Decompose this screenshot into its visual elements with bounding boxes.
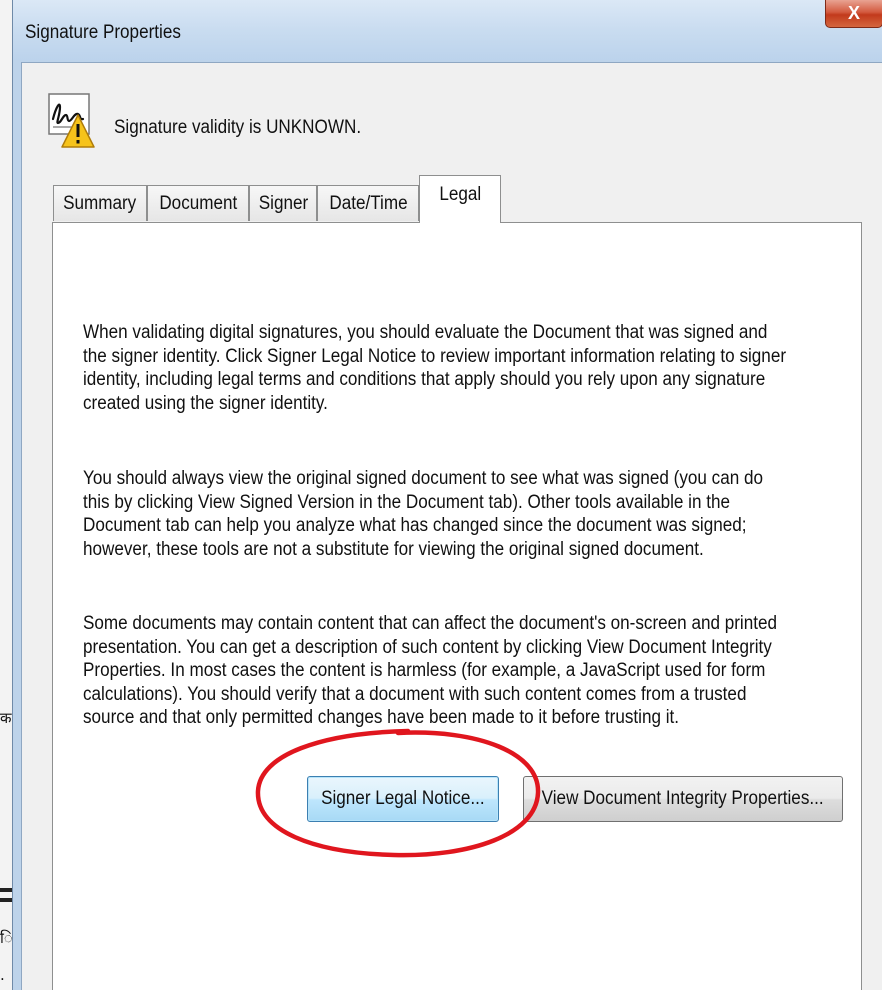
- background-divider: [0, 898, 12, 902]
- background-glyph: क: [0, 709, 12, 727]
- tab-label: Signer: [258, 193, 308, 214]
- window-title: Signature Properties: [25, 22, 181, 43]
- screen: क ि . Signature Properties X Signature v…: [0, 0, 882, 990]
- tab-label: Legal: [439, 184, 481, 205]
- tab-label: Document: [159, 193, 237, 214]
- dialog-client-area: Signature validity is UNKNOWN. Summary D…: [21, 62, 882, 990]
- close-button[interactable]: X: [825, 0, 882, 28]
- tab-summary[interactable]: Summary: [53, 185, 147, 221]
- close-icon: X: [847, 3, 860, 23]
- tab-legal[interactable]: Legal: [419, 175, 501, 223]
- signature-warning-icon: [48, 93, 95, 148]
- signature-status-text: Signature validity is UNKNOWN.: [114, 117, 362, 138]
- background-glyph: ि: [0, 929, 13, 947]
- background-glyph: .: [0, 966, 5, 984]
- signer-legal-notice-button[interactable]: Signer Legal Notice...: [307, 776, 499, 822]
- legal-tab-panel: When validating digital signatures, you …: [52, 222, 862, 990]
- title-bar[interactable]: Signature Properties X: [13, 0, 882, 60]
- tab-date-time[interactable]: Date/Time: [317, 185, 419, 221]
- tab-document[interactable]: Document: [147, 185, 249, 221]
- legal-paragraph-view-original: You should always view the original sign…: [83, 468, 763, 560]
- legal-paragraph-signer-identity: When validating digital signatures, you …: [83, 322, 787, 414]
- button-label: Signer Legal Notice...: [321, 788, 485, 809]
- tab-label: Summary: [63, 193, 137, 214]
- signature-properties-dialog: Signature Properties X Signature validit…: [12, 0, 882, 990]
- view-document-integrity-properties-button[interactable]: View Document Integrity Properties...: [523, 776, 843, 822]
- button-label: View Document Integrity Properties...: [542, 788, 824, 809]
- tab-signer[interactable]: Signer: [249, 185, 317, 221]
- tab-label: Date/Time: [328, 193, 408, 214]
- background-divider: [0, 888, 12, 892]
- legal-paragraph-document-integrity: Some documents may contain content that …: [83, 613, 778, 728]
